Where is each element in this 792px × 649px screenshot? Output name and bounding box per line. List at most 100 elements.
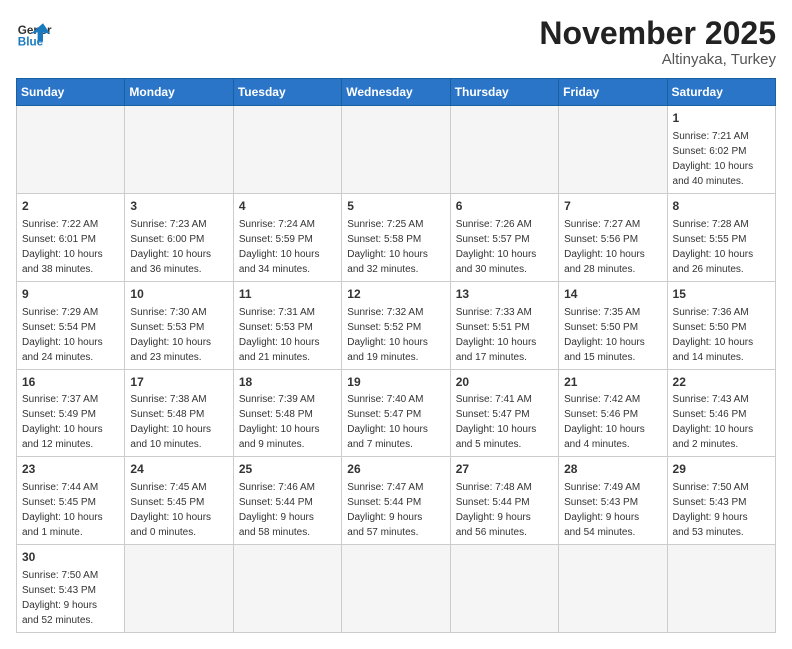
weekday-header-wednesday: Wednesday (342, 79, 450, 106)
page-header: General Blue November 2025 Altinyaka, Tu… (16, 16, 776, 68)
day-cell: 18Sunrise: 7:39 AMSunset: 5:48 PMDayligh… (233, 369, 341, 457)
day-info: Sunrise: 7:42 AMSunset: 5:46 PMDaylight:… (564, 392, 661, 452)
location: Altinyaka, Turkey (539, 51, 776, 68)
weekday-header-sunday: Sunday (17, 79, 125, 106)
day-cell: 23 Sunrise: 7:44 AMSunset: 5:45 PMDayligh… (17, 457, 125, 545)
day-cell: 4Sunrise: 7:24 AMSunset: 5:59 PMDaylight… (233, 193, 341, 281)
day-cell (559, 106, 667, 194)
day-cell: 3 Sunrise: 7:23 AMSunset: 6:00 PMDaylight… (125, 193, 233, 281)
day-number: 6 (456, 198, 553, 215)
day-cell (17, 106, 125, 194)
day-number: 23 (22, 461, 119, 478)
day-number: 17 (130, 374, 227, 391)
calendar-table: SundayMondayTuesdayWednesdayThursdayFrid… (16, 78, 776, 633)
day-cell: 17Sunrise: 7:38 AMSunset: 5:48 PMDayligh… (125, 369, 233, 457)
day-info: Sunrise: 7:47 AMSunset: 5:44 PMDaylight:… (347, 480, 444, 540)
week-row-2: 9Sunrise: 7:29 AMSunset: 5:54 PMDaylight… (17, 281, 776, 369)
day-cell: 9Sunrise: 7:29 AMSunset: 5:54 PMDaylight… (17, 281, 125, 369)
day-cell: 12 Sunrise: 7:32 AMSunset: 5:52 PMDayligh… (342, 281, 450, 369)
day-cell: 2Sunrise: 7:22 AMSunset: 6:01 PMDaylight… (17, 193, 125, 281)
day-number: 16 (22, 374, 119, 391)
day-cell: 30 Sunrise: 7:50 AMSunset: 5:43 PMDayligh… (17, 545, 125, 633)
day-number: 11 (239, 286, 336, 303)
day-number: 9 (22, 286, 119, 303)
day-cell: 19Sunrise: 7:40 AMSunset: 5:47 PMDayligh… (342, 369, 450, 457)
day-cell: 6 Sunrise: 7:26 AMSunset: 5:57 PMDaylight… (450, 193, 558, 281)
day-number: 25 (239, 461, 336, 478)
day-info: Sunrise: 7:49 AMSunset: 5:43 PMDaylight:… (564, 480, 661, 540)
week-row-4: 23 Sunrise: 7:44 AMSunset: 5:45 PMDayligh… (17, 457, 776, 545)
day-number: 13 (456, 286, 553, 303)
week-row-1: 2Sunrise: 7:22 AMSunset: 6:01 PMDaylight… (17, 193, 776, 281)
day-cell: 15 Sunrise: 7:36 AMSunset: 5:50 PMDayligh… (667, 281, 775, 369)
day-info: Sunrise: 7:44 AMSunset: 5:45 PMDaylight:… (22, 480, 119, 540)
day-cell (342, 545, 450, 633)
day-cell: 24 Sunrise: 7:45 AMSunset: 5:45 PMDayligh… (125, 457, 233, 545)
day-cell (125, 106, 233, 194)
day-info: Sunrise: 7:43 AMSunset: 5:46 PMDaylight:… (673, 392, 770, 452)
day-number: 27 (456, 461, 553, 478)
day-cell: 29 Sunrise: 7:50 AMSunset: 5:43 PMDayligh… (667, 457, 775, 545)
day-cell: 28 Sunrise: 7:49 AMSunset: 5:43 PMDayligh… (559, 457, 667, 545)
day-cell: 16Sunrise: 7:37 AMSunset: 5:49 PMDayligh… (17, 369, 125, 457)
day-info: Sunrise: 7:36 AMSunset: 5:50 PMDaylight:… (673, 305, 770, 365)
day-cell (125, 545, 233, 633)
day-cell (233, 545, 341, 633)
day-info: Sunrise: 7:32 AMSunset: 5:52 PMDaylight:… (347, 305, 444, 365)
day-info: Sunrise: 7:33 AMSunset: 5:51 PMDaylight:… (456, 305, 553, 365)
day-number: 29 (673, 461, 770, 478)
title-block: November 2025 Altinyaka, Turkey (539, 16, 776, 68)
day-info: Sunrise: 7:21 AMSunset: 6:02 PMDaylight:… (673, 129, 770, 189)
day-number: 8 (673, 198, 770, 215)
day-info: Sunrise: 7:23 AMSunset: 6:00 PMDaylight:… (130, 217, 227, 277)
day-cell (342, 106, 450, 194)
day-info: Sunrise: 7:37 AMSunset: 5:49 PMDaylight:… (22, 392, 119, 452)
day-info: Sunrise: 7:27 AMSunset: 5:56 PMDaylight:… (564, 217, 661, 277)
day-cell (450, 545, 558, 633)
day-number: 7 (564, 198, 661, 215)
day-cell: 26 Sunrise: 7:47 AMSunset: 5:44 PMDayligh… (342, 457, 450, 545)
weekday-header-monday: Monday (125, 79, 233, 106)
day-info: Sunrise: 7:26 AMSunset: 5:57 PMDaylight:… (456, 217, 553, 277)
day-number: 1 (673, 110, 770, 127)
day-info: Sunrise: 7:25 AMSunset: 5:58 PMDaylight:… (347, 217, 444, 277)
day-cell: 7 Sunrise: 7:27 AMSunset: 5:56 PMDaylight… (559, 193, 667, 281)
day-number: 22 (673, 374, 770, 391)
day-number: 12 (347, 286, 444, 303)
day-number: 3 (130, 198, 227, 215)
day-cell: 5Sunrise: 7:25 AMSunset: 5:58 PMDaylight… (342, 193, 450, 281)
day-cell: 25Sunrise: 7:46 AMSunset: 5:44 PMDayligh… (233, 457, 341, 545)
day-cell: 1 Sunrise: 7:21 AMSunset: 6:02 PMDaylight… (667, 106, 775, 194)
day-cell (559, 545, 667, 633)
day-cell: 10Sunrise: 7:30 AMSunset: 5:53 PMDayligh… (125, 281, 233, 369)
day-number: 24 (130, 461, 227, 478)
day-cell: 11 Sunrise: 7:31 AMSunset: 5:53 PMDayligh… (233, 281, 341, 369)
day-number: 21 (564, 374, 661, 391)
day-cell (450, 106, 558, 194)
day-info: Sunrise: 7:35 AMSunset: 5:50 PMDaylight:… (564, 305, 661, 365)
day-info: Sunrise: 7:45 AMSunset: 5:45 PMDaylight:… (130, 480, 227, 540)
day-cell: 21Sunrise: 7:42 AMSunset: 5:46 PMDayligh… (559, 369, 667, 457)
day-info: Sunrise: 7:22 AMSunset: 6:01 PMDaylight:… (22, 217, 119, 277)
day-info: Sunrise: 7:50 AMSunset: 5:43 PMDaylight:… (673, 480, 770, 540)
day-number: 30 (22, 549, 119, 566)
month-title: November 2025 (539, 16, 776, 51)
day-info: Sunrise: 7:41 AMSunset: 5:47 PMDaylight:… (456, 392, 553, 452)
day-info: Sunrise: 7:30 AMSunset: 5:53 PMDaylight:… (130, 305, 227, 365)
day-info: Sunrise: 7:50 AMSunset: 5:43 PMDaylight:… (22, 568, 119, 628)
weekday-header-row: SundayMondayTuesdayWednesdayThursdayFrid… (17, 79, 776, 106)
day-info: Sunrise: 7:31 AMSunset: 5:53 PMDaylight:… (239, 305, 336, 365)
day-info: Sunrise: 7:39 AMSunset: 5:48 PMDaylight:… (239, 392, 336, 452)
logo-icon: General Blue (16, 16, 52, 52)
day-number: 15 (673, 286, 770, 303)
day-info: Sunrise: 7:40 AMSunset: 5:47 PMDaylight:… (347, 392, 444, 452)
day-cell: 14Sunrise: 7:35 AMSunset: 5:50 PMDayligh… (559, 281, 667, 369)
day-number: 26 (347, 461, 444, 478)
day-cell: 8Sunrise: 7:28 AMSunset: 5:55 PMDaylight… (667, 193, 775, 281)
day-number: 18 (239, 374, 336, 391)
day-number: 28 (564, 461, 661, 478)
day-info: Sunrise: 7:24 AMSunset: 5:59 PMDaylight:… (239, 217, 336, 277)
day-cell: 27Sunrise: 7:48 AMSunset: 5:44 PMDayligh… (450, 457, 558, 545)
day-cell (667, 545, 775, 633)
weekday-header-friday: Friday (559, 79, 667, 106)
